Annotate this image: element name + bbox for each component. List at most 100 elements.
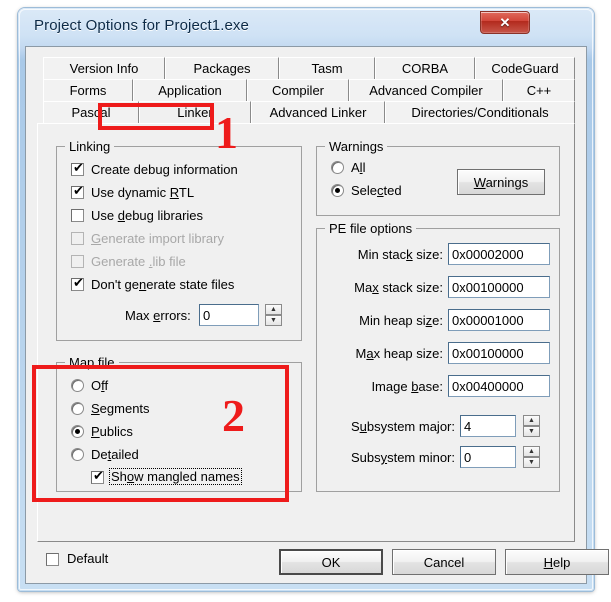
max-errors-spinner[interactable]: ▲ ▼ bbox=[265, 304, 282, 326]
map-file-radio-label-0: Off bbox=[91, 378, 109, 393]
tab-label: Pascal bbox=[71, 105, 111, 120]
map-file-radio-2[interactable] bbox=[71, 425, 84, 438]
dialog-client-area: Version Info Packages Tasm CORBA CodeGuard F… bbox=[25, 46, 609, 584]
default-checkbox[interactable] bbox=[46, 553, 59, 566]
subsystem-label-0: Subsystem major: bbox=[350, 419, 455, 434]
pe-field-input-3[interactable]: 0x00100000 bbox=[448, 342, 550, 364]
map-file-radio-1[interactable] bbox=[71, 402, 84, 415]
warnings-group-title: Warnings bbox=[325, 139, 388, 154]
radio-dot-icon bbox=[335, 188, 340, 193]
pe-field-label-3: Max heap size: bbox=[355, 346, 443, 361]
subsystem-input-0[interactable]: 4 bbox=[460, 415, 516, 437]
tab-linker[interactable]: Linker bbox=[139, 101, 251, 123]
tab-label: Directories/Conditionals bbox=[411, 105, 549, 120]
tab-codeguard[interactable]: CodeGuard bbox=[475, 57, 575, 79]
project-options-dialog: Project Options for Project1.exe ✕ Versi… bbox=[18, 8, 609, 591]
linking-checkbox-label-0: Create debug information bbox=[91, 162, 238, 177]
warnings-radio-0[interactable] bbox=[331, 161, 344, 174]
map-file-radio-label-1: Segments bbox=[91, 401, 150, 416]
tab-advanced-compiler[interactable]: Advanced Compiler bbox=[349, 79, 503, 101]
tab-advanced-linker[interactable]: Advanced Linker bbox=[251, 101, 385, 123]
spinner-up-icon[interactable]: ▲ bbox=[523, 446, 540, 457]
show-mangled-names-checkbox[interactable]: ✔ bbox=[91, 470, 104, 484]
linking-group-title: Linking bbox=[65, 139, 115, 154]
close-button[interactable]: ✕ bbox=[480, 11, 530, 34]
tab-application[interactable]: Application bbox=[133, 79, 247, 101]
linking-group: Linking ✔ Create debug information ✔ Use dy… bbox=[56, 139, 302, 341]
warnings-radio-label-1: Selected bbox=[351, 183, 402, 198]
spinner-up-icon[interactable]: ▲ bbox=[523, 415, 540, 426]
tab-tasm[interactable]: Tasm bbox=[279, 57, 375, 79]
tab-forms[interactable]: Forms bbox=[43, 79, 133, 101]
max-errors-label: Max errors: bbox=[125, 308, 191, 323]
linking-checkbox-3 bbox=[71, 232, 84, 245]
title-bar: Project Options for Project1.exe ✕ bbox=[18, 8, 594, 46]
tab-label: CORBA bbox=[401, 61, 449, 76]
linking-checkbox-label-4: Generate .lib file bbox=[91, 254, 186, 269]
tab-label: C++ bbox=[526, 83, 552, 98]
warnings-radio-label-0: All bbox=[351, 160, 366, 175]
pe-field-label-0: Min stack size: bbox=[357, 247, 443, 262]
show-mangled-names-label: Show mangled names bbox=[109, 468, 242, 485]
pe-field-input-1[interactable]: 0x00100000 bbox=[448, 276, 550, 298]
tab-version-info[interactable]: Version Info bbox=[43, 57, 165, 79]
ok-button[interactable]: OK bbox=[279, 549, 383, 575]
tab-row-3: Pascal Linker Advanced Linker Directories/C… bbox=[37, 101, 575, 123]
linker-tab-page: Linking ✔ Create debug information ✔ Use dy… bbox=[37, 123, 575, 542]
spinner-down-icon[interactable]: ▼ bbox=[523, 426, 540, 437]
screenshot-root: Project Options for Project1.exe ✕ Versi… bbox=[0, 0, 611, 602]
pe-field-input-4[interactable]: 0x00400000 bbox=[448, 375, 550, 397]
check-icon: ✔ bbox=[73, 184, 84, 199]
map-file-radio-0[interactable] bbox=[71, 379, 84, 392]
tab-row-2: Forms Application Compiler Advanced Compile… bbox=[37, 79, 575, 101]
tab-label: Advanced Linker bbox=[269, 105, 367, 120]
max-errors-input[interactable]: 0 bbox=[199, 304, 259, 326]
check-icon: ✔ bbox=[73, 276, 84, 291]
linking-checkbox-5[interactable]: ✔ bbox=[71, 276, 84, 291]
linking-checkbox-label-1: Use dynamic RTL bbox=[91, 185, 195, 200]
warnings-button[interactable]: Warnings bbox=[457, 169, 545, 195]
warnings-radio-1[interactable] bbox=[331, 184, 344, 197]
help-button-label: Help bbox=[543, 554, 571, 570]
linking-checkbox-4 bbox=[71, 255, 84, 268]
tab-c[interactable]: C++ bbox=[503, 79, 575, 101]
cancel-button[interactable]: Cancel bbox=[392, 549, 496, 575]
tab-directories-conditionals[interactable]: Directories/Conditionals bbox=[385, 101, 575, 123]
spinner-up-icon[interactable]: ▲ bbox=[265, 304, 282, 315]
map-file-radio-label-3: Detailed bbox=[91, 447, 139, 462]
warnings-button-label: Warnings bbox=[473, 174, 529, 190]
spinner-down-icon[interactable]: ▼ bbox=[523, 457, 540, 468]
pe-file-options-group: PE file options Min stack size: 0x0000200… bbox=[316, 221, 560, 492]
tab-label: Application bbox=[158, 83, 222, 98]
check-icon: ✔ bbox=[73, 161, 84, 176]
tab-label: Advanced Compiler bbox=[369, 83, 483, 98]
map-file-radio-3[interactable] bbox=[71, 448, 84, 461]
tab-label: Linker bbox=[177, 105, 213, 120]
linking-checkbox-2[interactable] bbox=[71, 209, 84, 222]
tab-row-1: Version Info Packages Tasm CORBA CodeGuard bbox=[37, 57, 575, 79]
subsystem-input-1[interactable]: 0 bbox=[460, 446, 516, 468]
pe-field-input-0[interactable]: 0x00002000 bbox=[448, 243, 550, 265]
linking-checkbox-label-3: Generate import library bbox=[91, 231, 224, 246]
tab-label: Packages bbox=[193, 61, 251, 76]
linking-checkbox-0[interactable]: ✔ bbox=[71, 161, 84, 176]
map-file-group: Map file Off Segments Publics Detailed ✔ Show… bbox=[56, 355, 302, 492]
tab-control: Version Info Packages Tasm CORBA CodeGuard F… bbox=[37, 57, 575, 542]
tab-corba[interactable]: CORBA bbox=[375, 57, 475, 79]
spinner-down-icon[interactable]: ▼ bbox=[265, 315, 282, 326]
tab-compiler[interactable]: Compiler bbox=[247, 79, 349, 101]
help-button[interactable]: Help bbox=[505, 549, 609, 575]
map-file-radio-label-2: Publics bbox=[91, 424, 133, 439]
subsystem-spinner-1[interactable]: ▲ ▼ bbox=[523, 446, 540, 468]
radio-dot-icon bbox=[75, 429, 80, 434]
linking-checkbox-1[interactable]: ✔ bbox=[71, 184, 84, 199]
window-title: Project Options for Project1.exe bbox=[34, 17, 249, 34]
subsystem-label-1: Subsystem minor: bbox=[350, 450, 455, 465]
subsystem-spinner-0[interactable]: ▲ ▼ bbox=[523, 415, 540, 437]
linking-checkbox-label-5: Don't generate state files bbox=[91, 277, 235, 292]
pe-field-input-2[interactable]: 0x00001000 bbox=[448, 309, 550, 331]
tab-packages[interactable]: Packages bbox=[165, 57, 279, 79]
tab-pascal[interactable]: Pascal bbox=[43, 101, 139, 123]
warnings-group: Warnings All Selected Warnings bbox=[316, 139, 560, 216]
linking-checkbox-label-2: Use debug libraries bbox=[91, 208, 204, 223]
